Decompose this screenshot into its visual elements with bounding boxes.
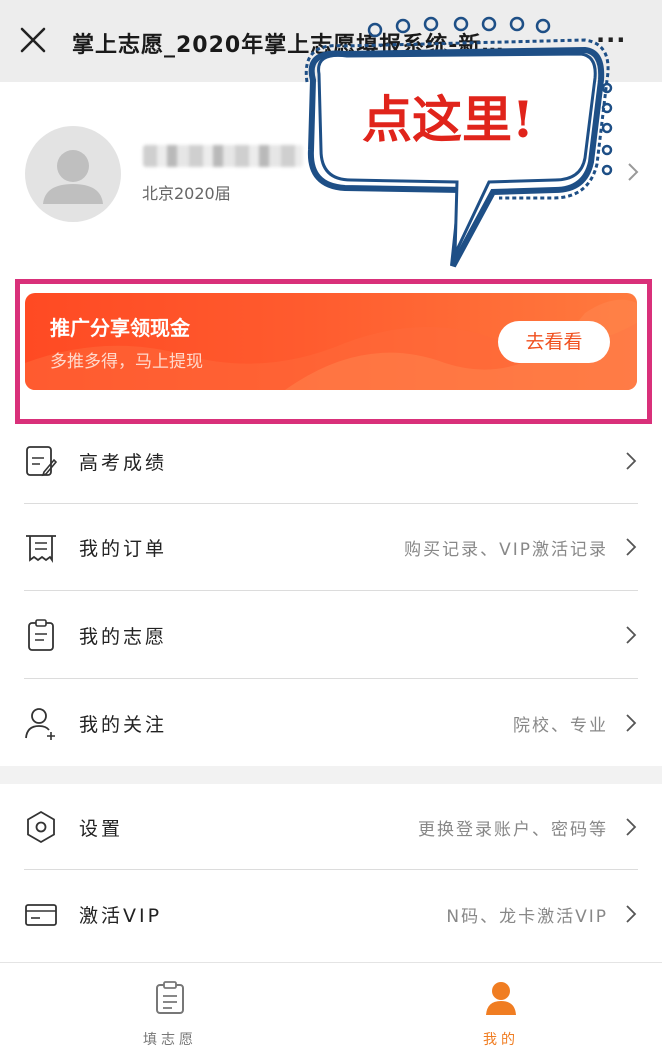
clipboard-icon (28, 619, 54, 651)
avatar[interactable] (25, 126, 121, 222)
menu-item-my-follows[interactable]: 我的关注 院校、专业 (24, 680, 638, 766)
menu-item-settings[interactable]: 设置 更换登录账户、密码等 (24, 784, 638, 870)
tab-label: 填志愿 (143, 1032, 197, 1048)
menu-item-hint: N码、龙卡激活VIP (446, 907, 608, 927)
user-add-icon (25, 708, 55, 740)
divider (24, 678, 638, 679)
menu-item-label: 我的订单 (79, 538, 168, 560)
exam-score-icon (26, 446, 58, 477)
menu-item-label: 设置 (79, 818, 124, 840)
chevron-right-icon (626, 714, 637, 732)
chevron-right-icon (626, 818, 637, 836)
user-name-redacted (143, 145, 303, 167)
menu-item-exam-score[interactable]: 高考成绩 (24, 418, 638, 504)
settings-hexagon-icon (27, 810, 55, 844)
menu-item-my-volunteer[interactable]: 我的志愿 (24, 592, 638, 678)
menu-item-label: 高考成绩 (79, 452, 168, 474)
menu-item-label: 我的志愿 (79, 626, 168, 648)
promo-subtitle: 多推多得，马上提现 (50, 352, 203, 372)
clipboard-tab-icon (156, 981, 184, 1014)
profile-region-year: 北京2020届 (142, 184, 231, 203)
default-avatar-icon (43, 150, 103, 204)
promo-go-button[interactable]: 去看看 (498, 321, 610, 363)
menu-item-activate-vip[interactable]: 激活VIP N码、龙卡激活VIP (24, 871, 638, 957)
close-icon[interactable] (18, 25, 48, 55)
divider (24, 869, 638, 870)
divider (24, 590, 638, 591)
tab-fill-volunteer[interactable]: 填志愿 (110, 963, 230, 1060)
user-tab-icon (486, 982, 516, 1015)
menu-item-label: 我的关注 (79, 714, 168, 736)
receipt-icon (26, 535, 56, 563)
menu-item-my-orders[interactable]: 我的订单 购买记录、VIP激活记录 (24, 504, 638, 590)
menu-item-hint: 院校、专业 (513, 716, 608, 736)
section-gap (0, 766, 662, 784)
chevron-right-icon (626, 452, 637, 470)
annotation-text: 点这里! (362, 90, 534, 149)
profile-page: 掌上志愿_2020年掌上志愿填报系统-新… ··· 北京2020届 点这里! 推… (0, 0, 662, 1060)
chevron-right-icon (626, 538, 637, 556)
tab-mine[interactable]: 我的 (441, 963, 561, 1060)
menu-item-hint: 购买记录、VIP激活记录 (404, 540, 608, 560)
menu-item-label: 激活VIP (79, 905, 163, 927)
chevron-right-icon (626, 626, 637, 644)
tab-label: 我的 (483, 1032, 519, 1048)
chevron-right-icon (626, 905, 637, 923)
card-icon (25, 904, 57, 926)
bottom-tab-bar: 填志愿 我的 (0, 962, 662, 1060)
promo-title: 推广分享领现金 (50, 316, 190, 340)
menu-item-hint: 更换登录账户、密码等 (418, 820, 608, 840)
